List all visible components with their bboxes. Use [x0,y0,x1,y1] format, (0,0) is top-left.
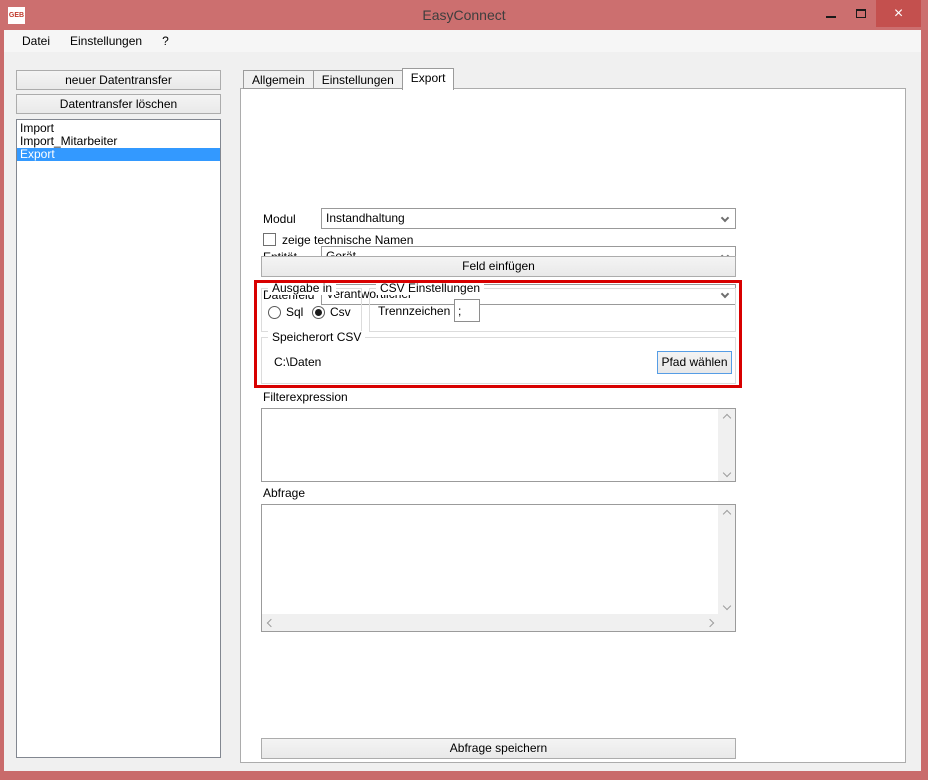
modul-label: Modul [263,212,296,226]
separator-input[interactable] [454,299,480,322]
filter-textarea[interactable] [261,408,736,482]
radio-sql[interactable]: Sql [268,305,303,319]
csv-group-title: CSV Einstellungen [376,282,484,295]
csv-path-groupbox: Speicherort CSV C:\Daten Pfad wählen [261,337,736,384]
new-transfer-button[interactable]: neuer Datentransfer [16,70,221,90]
window-title: EasyConnect [422,7,505,23]
checkbox-icon [263,233,276,246]
app-logo-text: GEB [9,12,24,19]
modul-value: Instandhaltung [326,211,405,225]
save-query-button[interactable]: Abfrage speichern [261,738,736,759]
insert-field-button[interactable]: Feld einfügen [261,256,736,277]
close-button[interactable]: × [876,0,921,27]
menubar: Datei Einstellungen ? [4,30,921,52]
horizontal-scrollbar[interactable] [262,614,718,631]
tab-allgemein[interactable]: Allgemein [243,70,313,89]
path-group-title: Speicherort CSV [268,331,365,344]
close-icon: × [894,5,903,23]
scroll-down-icon[interactable] [718,597,735,614]
menu-datei[interactable]: Datei [12,31,60,51]
output-group-title: Ausgabe in [268,282,336,295]
checkbox-label: zeige technische Namen [282,233,413,247]
app-window: GEB EasyConnect × Datei Einstellungen ? … [0,0,928,780]
query-label: Abfrage [263,486,305,500]
vertical-scrollbar[interactable] [718,409,735,481]
technical-names-checkbox[interactable]: zeige technische Namen [263,232,413,247]
tab-strip: Allgemein Einstellungen Export [243,70,454,89]
output-groupbox: Ausgabe in Sql Csv [261,288,362,332]
scrollbar-corner [718,614,735,631]
titlebar: GEB EasyConnect × [0,0,928,30]
minimize-button[interactable] [816,0,846,27]
radio-sql-label: Sql [286,305,303,319]
menu-einstellungen[interactable]: Einstellungen [60,31,152,51]
filter-label: Filterexpression [263,390,348,404]
csv-settings-groupbox: CSV Einstellungen Trennzeichen [369,288,736,332]
scroll-down-icon[interactable] [718,464,735,481]
maximize-button[interactable] [846,0,876,27]
vertical-scrollbar[interactable] [718,505,735,614]
separator-label: Trennzeichen [378,304,450,318]
choose-path-button[interactable]: Pfad wählen [657,351,732,374]
client-area: neuer Datentransfer Datentransfer lösche… [4,52,921,771]
app-logo-icon: GEB [8,7,25,24]
scroll-left-icon[interactable] [262,614,279,631]
scroll-right-icon[interactable] [701,614,718,631]
tab-panel-export: Modul Instandhaltung Entität Gerät Daten… [240,88,906,763]
query-textarea[interactable] [261,504,736,632]
delete-transfer-button[interactable]: Datentransfer löschen [16,94,221,114]
tab-einstellungen[interactable]: Einstellungen [313,70,402,89]
tab-export[interactable]: Export [402,68,455,90]
csv-path-value: C:\Daten [274,355,321,369]
radio-checked-icon [312,306,325,319]
chevron-down-icon [721,214,729,222]
minimize-icon [826,16,836,18]
modul-dropdown[interactable]: Instandhaltung [321,208,736,229]
list-item-export[interactable]: Export [17,148,220,161]
radio-csv-label: Csv [330,305,351,319]
radio-unchecked-icon [268,306,281,319]
radio-csv[interactable]: Csv [312,305,351,319]
menu-help[interactable]: ? [152,31,179,51]
maximize-icon [856,9,866,18]
scroll-up-icon[interactable] [718,409,735,426]
scroll-up-icon[interactable] [718,505,735,522]
caption-buttons: × [816,0,921,27]
transfer-listbox: Import Import_Mitarbeiter Export [16,119,221,758]
